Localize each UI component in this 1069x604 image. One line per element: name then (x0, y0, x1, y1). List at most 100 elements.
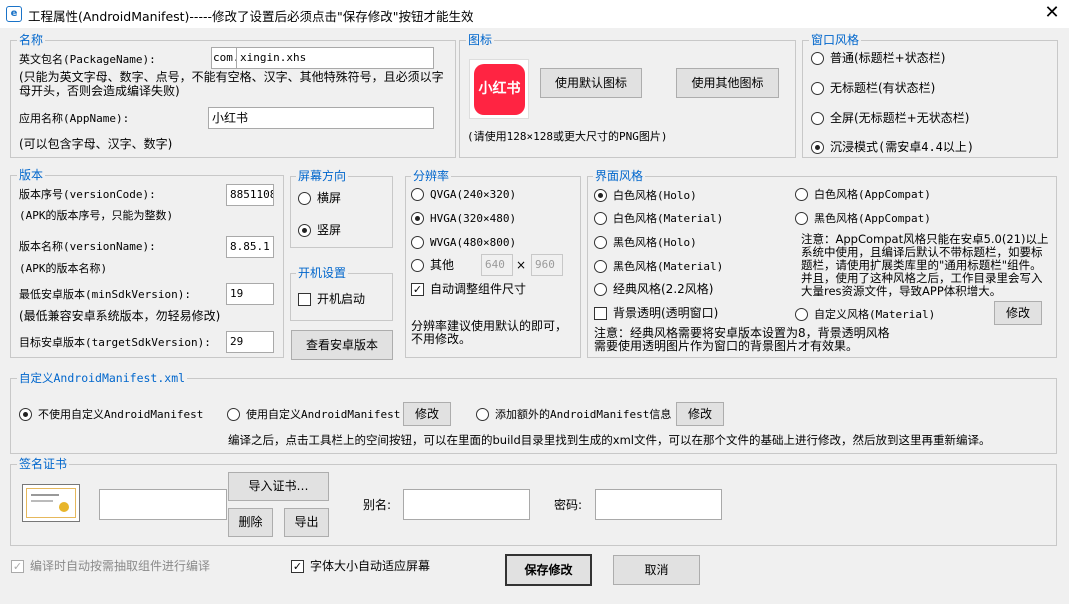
version-name-input[interactable]: 8.85.1 (226, 236, 274, 258)
window-style-group-label: 窗口风格 (809, 33, 862, 47)
auto-adjust-checkbox[interactable]: ✓ (411, 283, 424, 296)
window-style-normal[interactable]: 普通(标题栏+状态栏) (811, 51, 945, 66)
style-black-holo[interactable]: 黑色风格(Holo) (594, 234, 697, 250)
window-title: 工程属性(AndroidManifest)-----修改了设置后必须点击"保存修… (28, 9, 474, 24)
package-prefix-field: com. (211, 47, 237, 69)
password-label: 密码: (554, 498, 583, 512)
radio-manifest-none[interactable] (19, 407, 32, 421)
radio-immersive[interactable] (811, 141, 824, 154)
autostart-option[interactable]: 开机启动 (298, 292, 365, 307)
version-code-label: 版本序号(versionCode): (19, 188, 156, 201)
manifest-extra-modify-button[interactable]: 修改 (676, 402, 724, 426)
resolution-wvga[interactable]: WVGA(480×800) (411, 234, 516, 250)
radio-black-appcompat[interactable] (795, 211, 808, 225)
radio-wvga[interactable] (411, 235, 424, 249)
title-bar: e 工程属性(AndroidManifest)-----修改了设置后必须点击"保… (0, 0, 1069, 28)
manifest-option-none[interactable]: 不使用自定义AndroidManifest (19, 406, 203, 422)
window-style-immersive[interactable]: 沉浸模式(需安卓4.4以上) (811, 140, 974, 155)
certificate-line (31, 494, 59, 496)
radio-white-material[interactable] (594, 211, 607, 225)
radio-qvga[interactable] (411, 187, 424, 201)
icon-size-hint: (请使用128×128或更大尺寸的PNG图片) (467, 130, 668, 143)
manifest-custom-modify-button[interactable]: 修改 (403, 402, 451, 426)
auto-extract-checkbox: ✓ (11, 560, 24, 573)
radio-black-material[interactable] (594, 259, 607, 273)
icon-label: 小红书 (478, 81, 521, 97)
min-sdk-input[interactable]: 19 (226, 283, 274, 305)
style-white-material[interactable]: 白色风格(Material) (594, 210, 723, 226)
save-button[interactable]: 保存修改 (505, 554, 592, 586)
times-sign: × (516, 258, 527, 272)
certificate-border (26, 488, 76, 518)
resolution-hvga[interactable]: HVGA(320×480) (411, 210, 516, 226)
import-cert-button[interactable]: 导入证书… (228, 472, 329, 501)
style-white-appcompat[interactable]: 白色风格(AppCompat) (795, 186, 931, 202)
cert-path-input[interactable] (99, 489, 227, 520)
other-height-input[interactable]: 960 (531, 254, 563, 276)
package-name-input[interactable]: xingin.xhs (236, 47, 434, 69)
cert-group-label: 签名证书 (17, 457, 70, 471)
radio-classic[interactable] (594, 283, 607, 296)
certificate-line (31, 500, 53, 502)
xiaohongshu-icon: 小红书 (474, 64, 525, 115)
boot-group-label: 开机设置 (296, 266, 349, 280)
radio-landscape[interactable] (298, 192, 311, 205)
orientation-group-label: 屏幕方向 (296, 169, 349, 183)
style-black-appcompat[interactable]: 黑色风格(AppCompat) (795, 210, 931, 226)
orientation-landscape[interactable]: 横屏 (298, 191, 341, 206)
icon-group-label: 图标 (466, 33, 495, 47)
app-name-input[interactable]: 小红书 (208, 107, 434, 129)
radio-manifest-extra[interactable] (476, 407, 489, 421)
radio-normal[interactable] (811, 52, 824, 65)
manifest-option-custom[interactable]: 使用自定义AndroidManifest (227, 406, 400, 422)
auto-adjust-option[interactable]: ✓ 自动调整组件尺寸 (411, 282, 526, 297)
radio-white-appcompat[interactable] (795, 187, 808, 201)
target-sdk-input[interactable]: 29 (226, 331, 274, 353)
resolution-group-label: 分辨率 (411, 169, 452, 183)
autostart-checkbox[interactable] (298, 293, 311, 306)
style-white-holo[interactable]: 白色风格(Holo) (594, 187, 697, 203)
delete-cert-button[interactable]: 删除 (228, 508, 273, 537)
use-other-icon-button[interactable]: 使用其他图标 (676, 68, 779, 98)
font-fit-option[interactable]: ✓ 字体大小自动适应屏幕 (291, 559, 430, 574)
view-android-version-button[interactable]: 查看安卓版本 (291, 330, 393, 360)
manifest-option-extra[interactable]: 添加额外的AndroidManifest信息 (476, 406, 671, 422)
close-icon[interactable]: ✕ (1040, 2, 1064, 26)
cancel-button[interactable]: 取消 (613, 555, 700, 585)
orientation-portrait[interactable]: 竖屏 (298, 223, 341, 238)
radio-manifest-custom[interactable] (227, 407, 240, 421)
min-sdk-hint: (最低兼容安卓系统版本，勿轻易修改) (19, 309, 221, 323)
use-default-icon-button[interactable]: 使用默认图标 (540, 68, 642, 98)
alias-input[interactable] (403, 489, 530, 520)
radio-portrait[interactable] (298, 224, 311, 237)
resolution-hint: 分辨率建议使用默认的即可，不用修改。 (411, 319, 568, 346)
transparent-bg-checkbox[interactable] (594, 307, 607, 320)
min-sdk-label: 最低安卓版本(minSdkVersion): (19, 288, 191, 301)
window-style-no-titlebar[interactable]: 无标题栏(有状态栏) (811, 81, 935, 96)
alias-label: 别名: (363, 498, 392, 512)
window-style-fullscreen[interactable]: 全屏(无标题栏+无状态栏) (811, 111, 969, 126)
resolution-other[interactable]: 其他 (411, 258, 454, 273)
manifest-hint: 编译之后，点击工具栏上的空间按钮，可以在里面的build目录里找到生成的xml文… (228, 433, 991, 447)
export-cert-button[interactable]: 导出 (284, 508, 329, 537)
style-custom-material[interactable]: 自定义风格(Material) (795, 306, 935, 322)
version-code-input[interactable]: 8851108 (226, 184, 274, 206)
password-input[interactable] (595, 489, 722, 520)
font-fit-checkbox[interactable]: ✓ (291, 560, 304, 573)
resolution-qvga[interactable]: QVGA(240×320) (411, 186, 516, 202)
app-name-hint: (可以包含字母、汉字、数字) (19, 137, 173, 151)
radio-white-holo[interactable] (594, 188, 607, 202)
certificate-icon (22, 484, 80, 522)
ui-style-modify-button[interactable]: 修改 (994, 301, 1042, 325)
radio-custom-material[interactable] (795, 307, 808, 321)
radio-other[interactable] (411, 259, 424, 272)
transparent-bg-option[interactable]: 背景透明(透明窗口) (594, 306, 718, 321)
radio-black-holo[interactable] (594, 235, 607, 249)
other-width-input[interactable]: 640 (481, 254, 513, 276)
radio-no-titlebar[interactable] (811, 82, 824, 95)
style-classic[interactable]: 经典风格(2.2风格) (594, 282, 713, 297)
version-name-label: 版本名称(versionName): (19, 240, 156, 253)
radio-hvga[interactable] (411, 211, 424, 225)
style-black-material[interactable]: 黑色风格(Material) (594, 258, 723, 274)
radio-fullscreen[interactable] (811, 112, 824, 125)
